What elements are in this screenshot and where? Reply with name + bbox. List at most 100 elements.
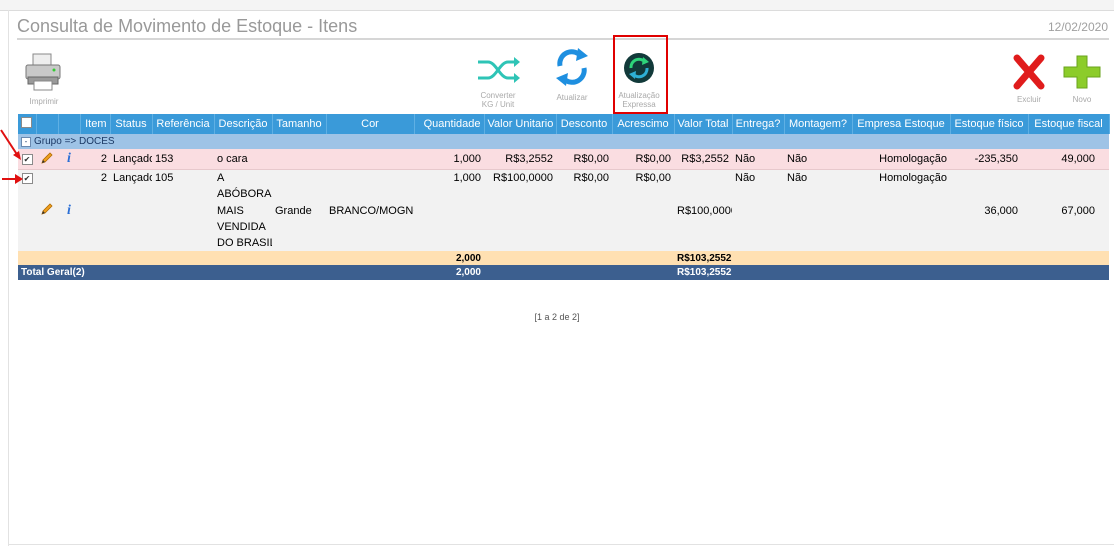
cell-acrescimo: R$0,00 — [612, 149, 674, 170]
total-valor-total: R$103,2552 — [674, 265, 732, 280]
cell-valor-total: R$100,0000 — [674, 202, 732, 219]
cell-empresa-estoque: Homologação — [852, 169, 950, 186]
refresh-icon — [556, 48, 588, 86]
cell-descricao-line: DO BRASIL — [214, 235, 272, 251]
header-descricao[interactable]: Descrição — [214, 114, 273, 134]
cell-quantidade: 1,000 — [414, 149, 484, 170]
header-referencia[interactable]: Referência — [152, 114, 215, 134]
select-all-checkbox[interactable] — [21, 117, 33, 128]
table-header-row: Item Status Referência Descrição Tamanho… — [18, 114, 1110, 134]
cell-status: Lançado — [110, 169, 152, 186]
print-label: Imprimir — [29, 97, 59, 106]
convert-kg-unit-button[interactable]: Converter KG / Unit — [470, 54, 526, 109]
header-item[interactable]: Item — [80, 114, 111, 134]
cell-quantidade: 1,000 — [414, 169, 484, 186]
cell-descricao-line: MAIS — [214, 202, 272, 219]
refresh-button[interactable]: Atualizar — [548, 46, 596, 102]
shuffle-arrows-icon — [478, 57, 520, 83]
cell-montagem: Não — [784, 169, 852, 186]
pencil-icon[interactable] — [40, 151, 54, 165]
header-tamanho[interactable]: Tamanho — [272, 114, 327, 134]
convert-label-1: Converter — [480, 91, 516, 100]
subtotal-row: 2,000 R$103,2552 — [18, 251, 1109, 265]
cell-item: 2 — [80, 169, 110, 186]
header-quantidade[interactable]: Quantidade — [414, 114, 485, 134]
edit-col-header — [36, 114, 59, 134]
bottom-border — [8, 544, 1114, 545]
cell-estoque-fiscal: 67,000 — [1028, 202, 1109, 219]
table-row[interactable]: ✔ 2 Lançado 105 A 1,000 R$100,0000 R$0,0… — [18, 169, 1109, 186]
cell-descricao-line: A — [214, 169, 272, 186]
delete-label: Excluir — [1016, 95, 1041, 104]
group-cell: - Grupo => DOCES — [18, 134, 1109, 149]
group-label: Grupo => DOCES — [34, 136, 115, 147]
table-row-continuation: ABÓBORA — [18, 186, 1109, 202]
header-estoque-fiscal[interactable]: Estoque fiscal — [1028, 114, 1110, 134]
page-title: Consulta de Movimento de Estoque - Itens — [17, 16, 358, 36]
cell-estoque-fiscal: 49,000 — [1028, 149, 1109, 170]
header-desconto[interactable]: Desconto — [556, 114, 613, 134]
plus-icon — [1063, 55, 1101, 89]
refresh-label: Atualizar — [556, 93, 588, 102]
cell-status: Lançado — [110, 149, 152, 170]
header-empresa-estoque[interactable]: Empresa Estoque — [852, 114, 951, 134]
cell-empresa-estoque: Homologação — [852, 149, 950, 170]
close-icon — [1013, 54, 1045, 90]
cell-item: 2 — [80, 149, 110, 170]
cell-cor — [326, 149, 414, 170]
header-entrega[interactable]: Entrega? — [732, 114, 785, 134]
print-button[interactable]: Imprimir — [22, 52, 66, 106]
total-label: Total Geral(2) — [18, 265, 414, 280]
annotation-arrow-icon — [0, 129, 21, 160]
left-border — [8, 10, 9, 546]
cell-tamanho: Grande — [272, 202, 326, 219]
cell-entrega: Não — [732, 149, 784, 170]
new-label: Novo — [1072, 95, 1092, 104]
convert-label-2: KG / Unit — [481, 100, 515, 109]
header-status[interactable]: Status — [110, 114, 153, 134]
info-icon[interactable]: i — [67, 151, 71, 166]
new-button[interactable]: Novo — [1058, 54, 1106, 104]
highlight-box — [613, 35, 668, 114]
cell-montagem: Não — [784, 149, 852, 170]
header-cor[interactable]: Cor — [326, 114, 415, 134]
header-estoque-fisico[interactable]: Estoque físico — [950, 114, 1029, 134]
top-strip — [0, 0, 1114, 11]
pencil-icon[interactable] — [40, 202, 54, 216]
total-row: Total Geral(2) 2,000 R$103,2552 — [18, 265, 1109, 280]
header-valor-total[interactable]: Valor Total — [674, 114, 733, 134]
info-col-header — [58, 114, 81, 134]
table-row[interactable]: ✔ i 2 Lançado 153 o cara 1,000 R$3,2552 … — [18, 149, 1109, 170]
header-acrescimo[interactable]: Acrescimo — [612, 114, 675, 134]
header-valor-unitario[interactable]: Valor Unitario — [484, 114, 557, 134]
cell-cor: BRANCO/MOGNO — [326, 202, 414, 219]
table-row-continuation: i MAIS Grande BRANCO/MOGNO R$100,0000 36… — [18, 202, 1109, 219]
cell-desconto: R$0,00 — [556, 169, 612, 186]
cell-descricao-line: ABÓBORA — [214, 186, 272, 202]
cell-entrega: Não — [732, 169, 784, 186]
subtotal-valor-total: R$103,2552 — [674, 251, 732, 265]
table-row-continuation: DO BRASIL — [18, 235, 1109, 251]
title-divider — [17, 38, 1109, 40]
cell-valor-total: R$3,2552 — [674, 149, 732, 170]
cell-acrescimo: R$0,00 — [612, 169, 674, 186]
subtotal-quantidade: 2,000 — [414, 251, 484, 265]
group-row: - Grupo => DOCES — [18, 134, 1109, 149]
cell-referencia: 105 — [152, 169, 214, 186]
delete-button[interactable]: Excluir — [1008, 54, 1050, 104]
header-montagem[interactable]: Montagem? — [784, 114, 853, 134]
cell-descricao: o cara — [214, 149, 272, 170]
info-icon[interactable]: i — [67, 203, 71, 218]
cell-referencia: 153 — [152, 149, 214, 170]
cell-estoque-fisico: 36,000 — [950, 202, 1028, 219]
cell-estoque-fisico: -235,350 — [950, 149, 1028, 170]
page-date: 12/02/2020 — [1047, 20, 1108, 34]
table-row-continuation: VENDIDA — [18, 219, 1109, 235]
cell-tamanho — [272, 149, 326, 170]
total-quantidade: 2,000 — [414, 265, 484, 280]
cell-valor-unitario: R$100,0000 — [484, 169, 556, 186]
printer-icon — [25, 53, 61, 91]
cell-valor-unitario: R$3,2552 — [484, 149, 556, 170]
cell-desconto: R$0,00 — [556, 149, 612, 170]
cell-descricao-line: VENDIDA — [214, 219, 272, 235]
